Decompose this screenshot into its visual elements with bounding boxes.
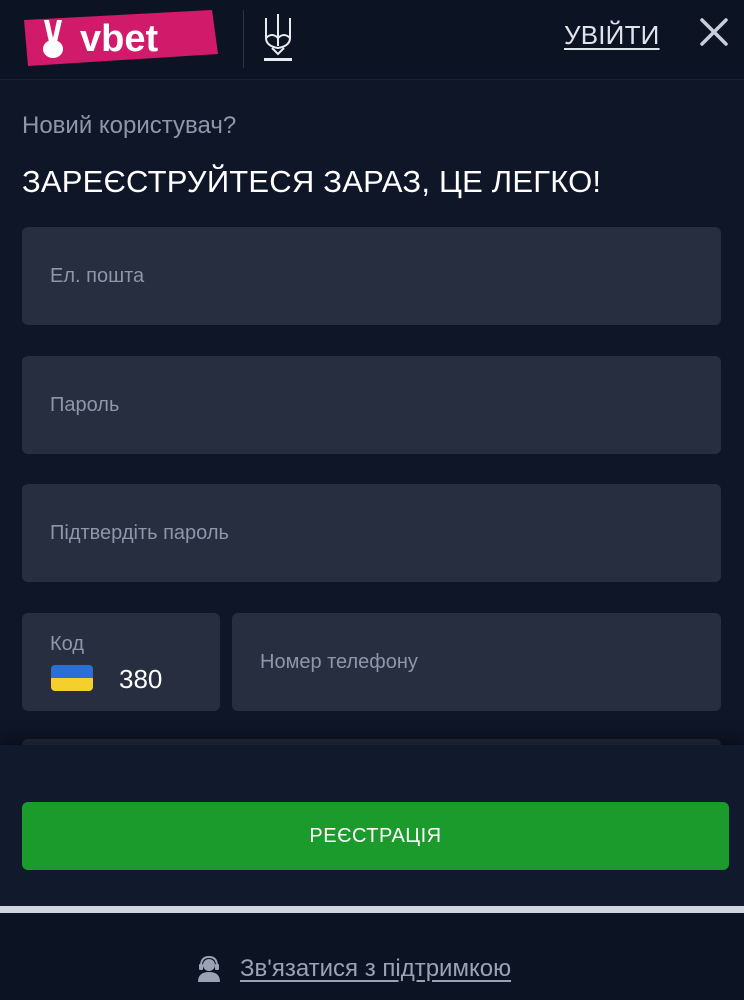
phone-input[interactable] [232, 613, 721, 711]
confirm-password-field[interactable] [22, 484, 721, 582]
registration-headline: ЗАРЕЄСТРУЙТЕСЯ ЗАРАЗ, ЦЕ ЛЕГКО! [22, 164, 602, 199]
login-link[interactable]: УВІЙТИ [564, 20, 660, 51]
country-code-value: 380 [119, 664, 163, 694]
brand-text: vbet [80, 18, 158, 60]
contact-support-link[interactable]: Зв'язатися з підтримкою [196, 955, 511, 983]
password-field[interactable] [22, 356, 721, 454]
support-link-label: Зв'язатися з підтримкою [240, 955, 512, 982]
phone-field[interactable] [232, 613, 721, 711]
vbet-logo[interactable]: vbet [22, 8, 218, 66]
close-icon[interactable] [698, 16, 730, 48]
country-code-select[interactable]: Код 380 [22, 613, 220, 711]
new-user-subtitle: Новий користувач? [22, 112, 237, 139]
support-agent-icon [198, 955, 220, 982]
trident-icon [264, 14, 292, 61]
country-code-label: Код [50, 633, 85, 655]
email-input[interactable] [22, 227, 721, 325]
header-divider [243, 10, 244, 68]
header: vbet УВІЙТИ [0, 0, 744, 80]
register-button[interactable]: РЕЄСТРАЦІЯ [22, 802, 729, 870]
confirm-password-input[interactable] [22, 484, 721, 582]
email-field[interactable] [22, 227, 721, 325]
password-input[interactable] [22, 356, 721, 454]
footer-separator [0, 906, 744, 913]
ukraine-flag-icon [51, 665, 93, 691]
